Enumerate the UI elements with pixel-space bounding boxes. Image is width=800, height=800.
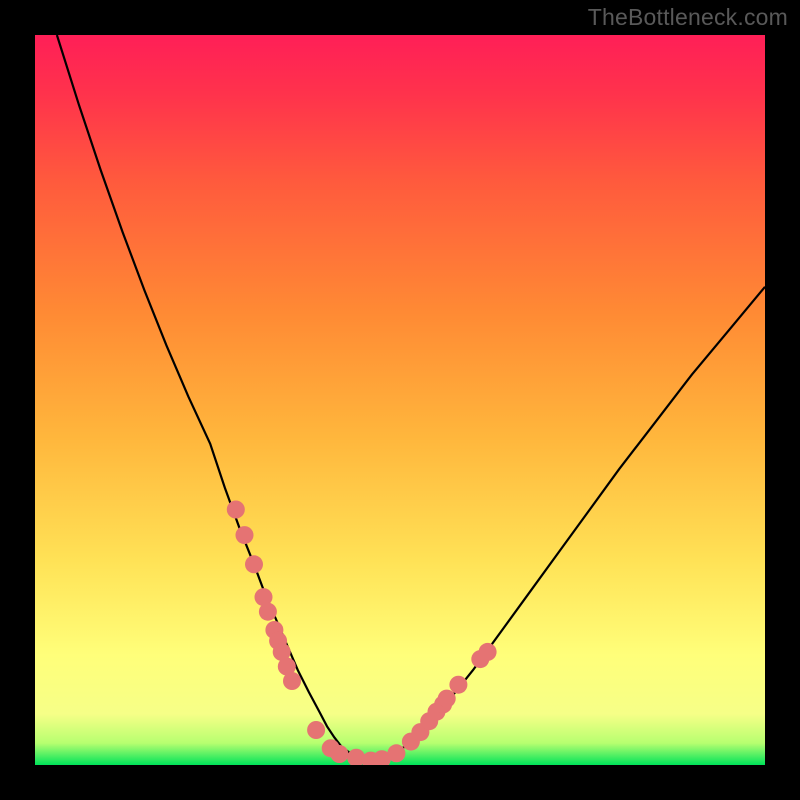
chart-frame: TheBottleneck.com — [0, 0, 800, 800]
plot-area — [35, 35, 765, 765]
scatter-point — [236, 526, 254, 544]
scatter-point — [449, 676, 467, 694]
bottleneck-curve — [57, 35, 765, 762]
scatter-point — [438, 690, 456, 708]
chart-svg — [35, 35, 765, 765]
watermark-text: TheBottleneck.com — [588, 4, 788, 31]
scatter-point — [330, 745, 348, 763]
scatter-point — [227, 501, 245, 519]
scatter-point — [245, 555, 263, 573]
scatter-point — [283, 672, 301, 690]
scatter-point — [387, 744, 405, 762]
scatter-point — [479, 643, 497, 661]
scatter-point — [259, 603, 277, 621]
scatter-points — [227, 501, 497, 766]
scatter-point — [307, 721, 325, 739]
